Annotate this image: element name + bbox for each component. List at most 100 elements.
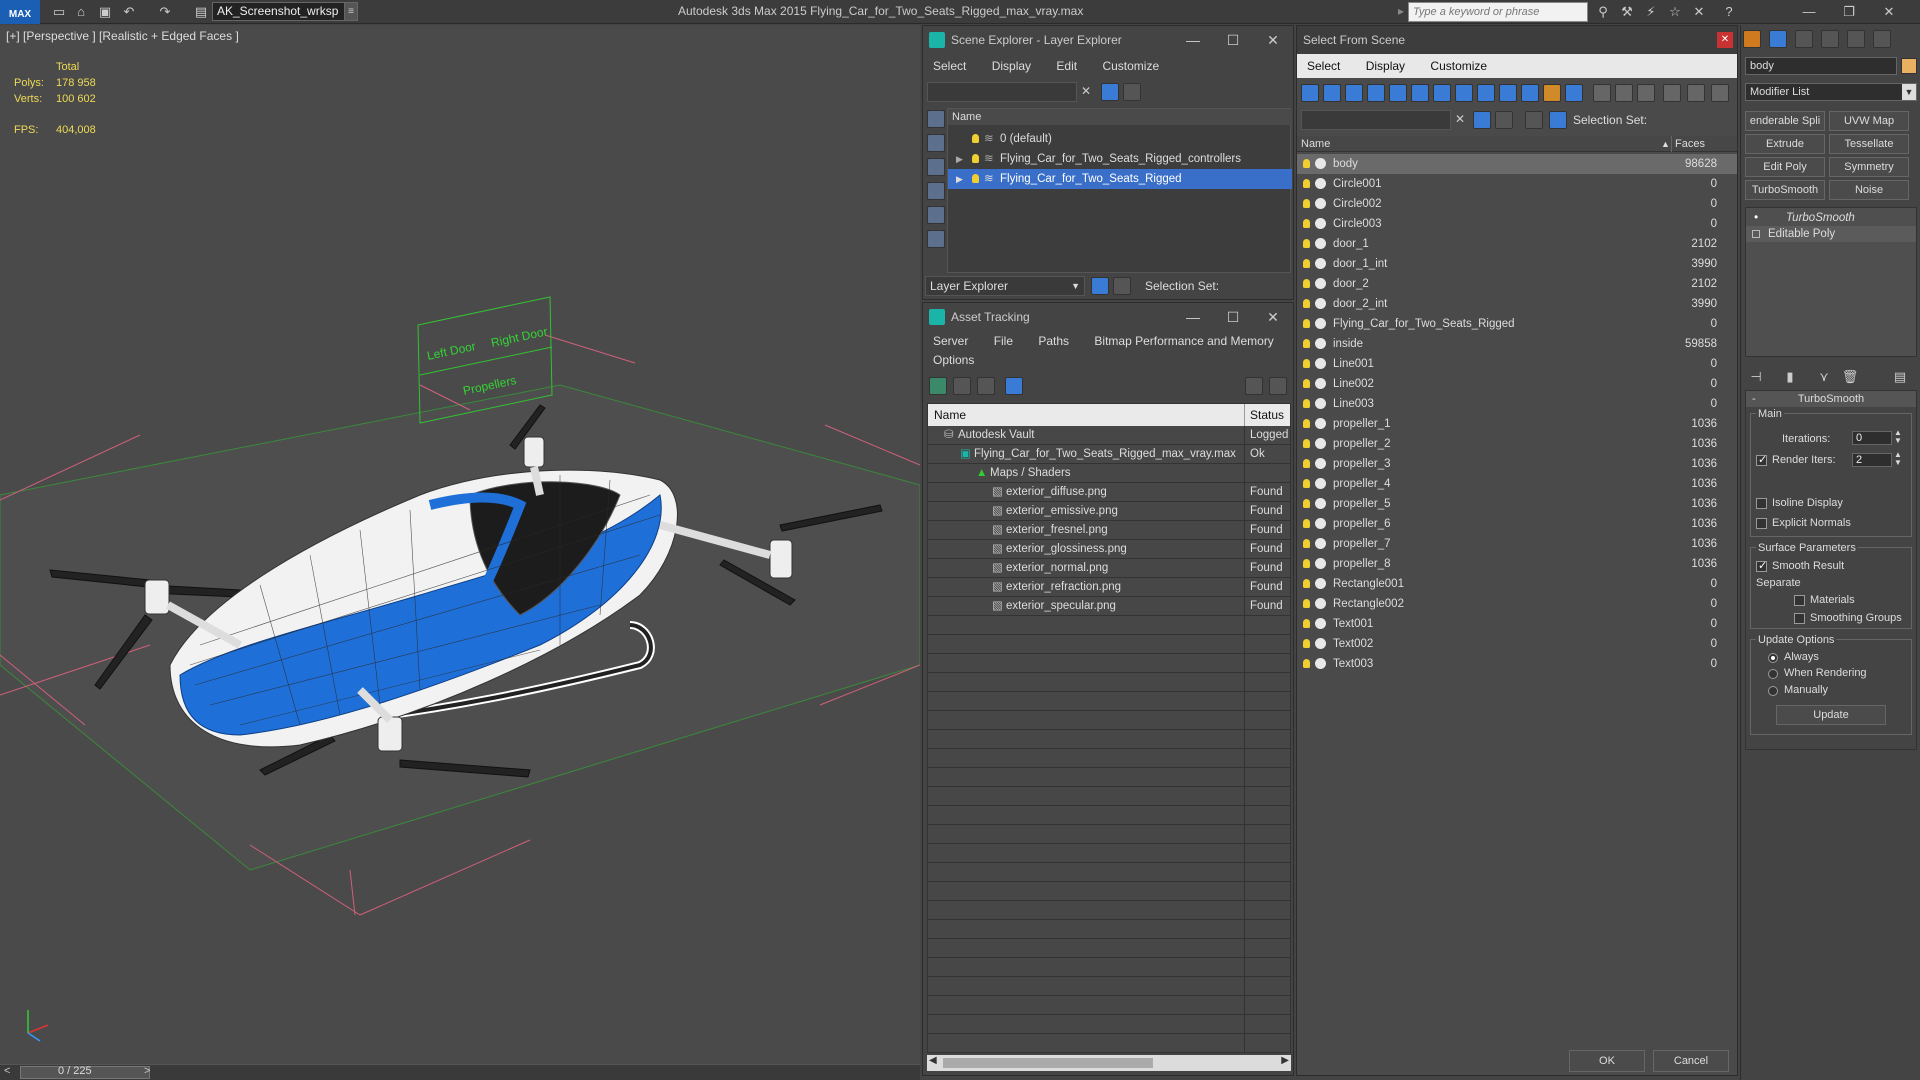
asset-row[interactable] bbox=[928, 920, 1290, 939]
object-row[interactable]: door_1_int 3990 bbox=[1297, 254, 1737, 274]
display-containers-icon[interactable] bbox=[1499, 84, 1517, 102]
asset-row[interactable]: ▧ exterior_emissive.png Found bbox=[928, 502, 1290, 521]
object-row[interactable]: Text003 0 bbox=[1297, 654, 1737, 674]
display-shapes-icon[interactable] bbox=[1323, 84, 1341, 102]
display-groups-icon[interactable] bbox=[1433, 84, 1451, 102]
display-spacewarps-icon[interactable] bbox=[927, 230, 945, 248]
modifier-button-renderable-spline[interactable]: enderable Spli bbox=[1745, 111, 1825, 131]
modifier-button-noise[interactable]: Noise bbox=[1829, 180, 1909, 200]
asset-row[interactable] bbox=[928, 730, 1290, 749]
expand-box-icon[interactable] bbox=[1752, 230, 1760, 238]
light-bulb-icon[interactable]: • bbox=[1754, 210, 1758, 226]
menu-options[interactable]: Options bbox=[933, 353, 974, 367]
render-iters-checkbox[interactable] bbox=[1756, 453, 1767, 466]
menu-select[interactable]: Select bbox=[933, 59, 966, 73]
save-icon[interactable]: ▣ bbox=[96, 3, 114, 21]
display-all-icon[interactable] bbox=[1565, 84, 1583, 102]
object-row[interactable]: propeller_5 1036 bbox=[1297, 494, 1737, 514]
select-all-icon[interactable] bbox=[1593, 84, 1611, 102]
list-view-icon[interactable] bbox=[953, 377, 971, 395]
asset-row[interactable] bbox=[928, 863, 1290, 882]
light-bulb-icon[interactable] bbox=[1303, 519, 1310, 528]
light-bulb-icon[interactable] bbox=[1303, 239, 1310, 248]
display-shapes-icon[interactable] bbox=[927, 134, 945, 152]
display-frozen-icon[interactable] bbox=[1521, 84, 1539, 102]
redo-icon[interactable]: ↷ bbox=[156, 3, 174, 21]
light-bulb-icon[interactable] bbox=[1303, 659, 1310, 668]
display-spacewarps-icon[interactable] bbox=[1411, 84, 1429, 102]
object-row[interactable]: Rectangle001 0 bbox=[1297, 574, 1737, 594]
light-bulb-icon[interactable] bbox=[1303, 259, 1310, 268]
explicit-normals-checkbox[interactable] bbox=[1756, 518, 1767, 529]
app-logo[interactable]: MAX bbox=[0, 0, 40, 24]
asset-row[interactable]: ▲ Maps / Shaders bbox=[928, 464, 1290, 483]
light-bulb-icon[interactable] bbox=[1303, 479, 1310, 488]
sfs-find-input[interactable] bbox=[1301, 110, 1451, 130]
modifier-button-turbosmooth[interactable]: TurboSmooth bbox=[1745, 180, 1825, 200]
object-row[interactable]: Line003 0 bbox=[1297, 394, 1737, 414]
modifier-button-tessellate[interactable]: Tessellate bbox=[1829, 134, 1909, 154]
materials-checkbox[interactable] bbox=[1794, 595, 1805, 606]
object-row[interactable]: Circle002 0 bbox=[1297, 194, 1737, 214]
light-bulb-icon[interactable] bbox=[1303, 419, 1310, 428]
layer-explorer-icon[interactable] bbox=[1091, 277, 1109, 295]
light-bulb-icon[interactable] bbox=[1303, 579, 1310, 588]
menu-display[interactable]: Display bbox=[992, 59, 1031, 73]
table-view-icon[interactable] bbox=[1005, 377, 1023, 395]
configure-modifier-sets-icon[interactable]: ▤ bbox=[1891, 368, 1909, 386]
object-row[interactable]: Line002 0 bbox=[1297, 374, 1737, 394]
sort-ascending-icon[interactable]: ▲ bbox=[1661, 136, 1670, 152]
subscription-icon[interactable]: ⚡ bbox=[1642, 3, 1660, 21]
column-status[interactable]: Status bbox=[1250, 404, 1284, 426]
light-bulb-icon[interactable] bbox=[1303, 199, 1310, 208]
asset-row[interactable]: ⛁ Autodesk Vault Logged bbox=[928, 426, 1290, 445]
asset-row[interactable] bbox=[928, 654, 1290, 673]
layer-row[interactable]: ≋ 0 (default) bbox=[948, 129, 1292, 149]
asset-row[interactable]: ▧ exterior_refraction.png Found bbox=[928, 578, 1290, 597]
asset-row[interactable] bbox=[928, 825, 1290, 844]
asset-row[interactable]: ▧ exterior_fresnel.png Found bbox=[928, 521, 1290, 540]
smooth-result-checkbox[interactable] bbox=[1756, 559, 1767, 572]
close-icon[interactable]: ✕ bbox=[1717, 32, 1733, 48]
close-window-icon[interactable]: ✕ bbox=[1880, 3, 1898, 21]
scroll-right-icon[interactable]: ▶ bbox=[1281, 1055, 1289, 1066]
time-slider[interactable]: < 0 / 225 > bbox=[0, 1064, 920, 1080]
object-row[interactable]: door_1 2102 bbox=[1297, 234, 1737, 254]
expand-arrow-icon[interactable]: ▶ bbox=[956, 149, 963, 169]
collapse-icon[interactable] bbox=[1711, 84, 1729, 102]
asset-row[interactable]: ▧ exterior_glossiness.png Found bbox=[928, 540, 1290, 559]
menu-file[interactable]: File bbox=[994, 334, 1013, 348]
light-bulb-icon[interactable] bbox=[1303, 179, 1310, 188]
help-icon[interactable]: ? bbox=[1720, 3, 1738, 21]
light-bulb-icon[interactable] bbox=[1303, 639, 1310, 648]
light-bulb-icon[interactable] bbox=[1303, 339, 1310, 348]
scene-explorer-find-input[interactable] bbox=[927, 82, 1077, 102]
close-icon[interactable]: ✕ bbox=[1253, 303, 1293, 331]
perspective-viewport[interactable]: [+] [Perspective ] [Realistic + Edged Fa… bbox=[0, 25, 920, 1065]
filter-icon[interactable] bbox=[1101, 83, 1119, 101]
show-end-result-icon[interactable]: ▮ bbox=[1781, 368, 1799, 386]
asset-row[interactable]: ▧ exterior_specular.png Found bbox=[928, 597, 1290, 616]
display-hidden-icon[interactable] bbox=[1543, 84, 1561, 102]
select-from-scene-titlebar[interactable]: Select From Scene ✕ bbox=[1297, 26, 1737, 54]
create-tab-icon[interactable] bbox=[1743, 30, 1761, 48]
smoothing-groups-checkbox[interactable] bbox=[1794, 613, 1805, 624]
display-bones-icon[interactable] bbox=[1477, 84, 1495, 102]
asset-row[interactable] bbox=[928, 616, 1290, 635]
undo-icon[interactable]: ↶ bbox=[120, 3, 138, 21]
object-row[interactable]: propeller_7 1036 bbox=[1297, 534, 1737, 554]
update-manually-radio[interactable] bbox=[1768, 686, 1778, 696]
asset-row[interactable]: ▣ Flying_Car_for_Two_Seats_Rigged_max_vra… bbox=[928, 445, 1290, 464]
time-next-icon[interactable]: > bbox=[144, 1065, 150, 1077]
options-icon[interactable] bbox=[1269, 377, 1287, 395]
cancel-button[interactable]: Cancel bbox=[1653, 1050, 1729, 1072]
layers-icon[interactable] bbox=[1525, 111, 1543, 129]
thumbnail-view-icon[interactable] bbox=[977, 377, 995, 395]
minimize-icon[interactable]: — bbox=[1173, 303, 1213, 331]
menu-paths[interactable]: Paths bbox=[1038, 334, 1069, 348]
asset-row[interactable] bbox=[928, 768, 1290, 787]
light-bulb-icon[interactable] bbox=[1303, 379, 1310, 388]
favorites-star-icon[interactable]: ☆ bbox=[1666, 3, 1684, 21]
layer-row[interactable]: ▶ ≋ Flying_Car_for_Two_Seats_Rigged bbox=[948, 169, 1292, 189]
restore-icon[interactable]: ❐ bbox=[1840, 3, 1858, 21]
